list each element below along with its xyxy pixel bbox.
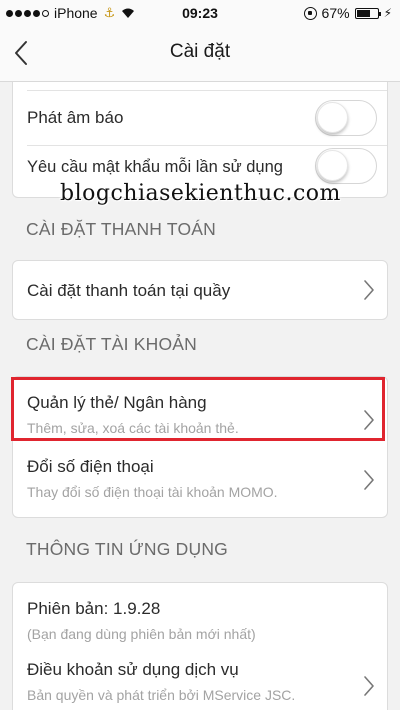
change-phone-number-title: Đổi số điện thoại: [27, 457, 154, 476]
version-label: Phiên bản: 1.9.28: [27, 599, 161, 618]
navigation-bar: Cài đặt: [0, 26, 400, 82]
terms-of-service-item[interactable]: Điều khoản sử dụng dịch vụ Bản quyền và …: [13, 647, 387, 710]
chevron-right-icon: [364, 470, 374, 490]
terms-of-service-subtitle: Bản quyền và phát triển bởi MService JSC…: [27, 687, 296, 703]
rotation-lock-icon: [303, 6, 317, 20]
payment-settings-card: Cài đặt thanh toán tại quầy: [12, 260, 388, 320]
password-toggle[interactable]: [315, 148, 377, 184]
payment-section-header: CÀI ĐẶT THANH TOÁN: [26, 219, 216, 239]
change-phone-number-item[interactable]: Đổi số điện thoại Thay đổi số điện thoại…: [13, 443, 387, 517]
status-bar: iPhone ⚓ 09:23 67% ⚡: [0, 0, 400, 26]
counter-payment-setting-item[interactable]: Cài đặt thanh toán tại quầy: [13, 261, 387, 319]
terms-of-service-title: Điều khoản sử dụng dịch vụ: [27, 660, 239, 679]
sound-toggle[interactable]: [315, 100, 377, 136]
app-info-card: Phiên bản: 1.9.28 (Bạn đang dùng phiên b…: [12, 582, 388, 710]
version-item: Phiên bản: 1.9.28 (Bạn đang dùng phiên b…: [13, 583, 387, 647]
page-title: Cài đặt: [169, 41, 231, 62]
chevron-right-icon: [364, 280, 374, 300]
highlight-annotation: [11, 377, 385, 441]
chevron-right-icon: [364, 676, 374, 696]
version-note: (Bạn đang dùng phiên bản mới nhất): [27, 626, 256, 642]
change-phone-number-subtitle: Thay đổi số điện thoại tài khoản MOMO.: [27, 484, 278, 500]
charging-icon: ⚡: [383, 6, 392, 20]
battery-percent: 67%: [321, 5, 350, 21]
sound-setting-row: Phát âm báo: [13, 91, 387, 145]
status-right: 67% ⚡: [303, 5, 392, 21]
counter-payment-label: Cài đặt thanh toán tại quầy: [27, 281, 231, 300]
password-setting-label: Yêu cầu mật khẩu mỗi lần sử dụng: [27, 158, 283, 176]
battery-fill: [356, 9, 370, 17]
watermark: blogchiasekienthuc.com: [60, 181, 341, 206]
sound-setting-label: Phát âm báo: [27, 108, 124, 127]
account-section-header: CÀI ĐẶT TÀI KHOẢN: [26, 334, 197, 354]
battery-icon: [354, 7, 381, 19]
app-info-section-header: THÔNG TIN ỨNG DỤNG: [26, 539, 228, 559]
toggle-knob: [317, 102, 348, 133]
toggle-knob: [317, 150, 348, 181]
